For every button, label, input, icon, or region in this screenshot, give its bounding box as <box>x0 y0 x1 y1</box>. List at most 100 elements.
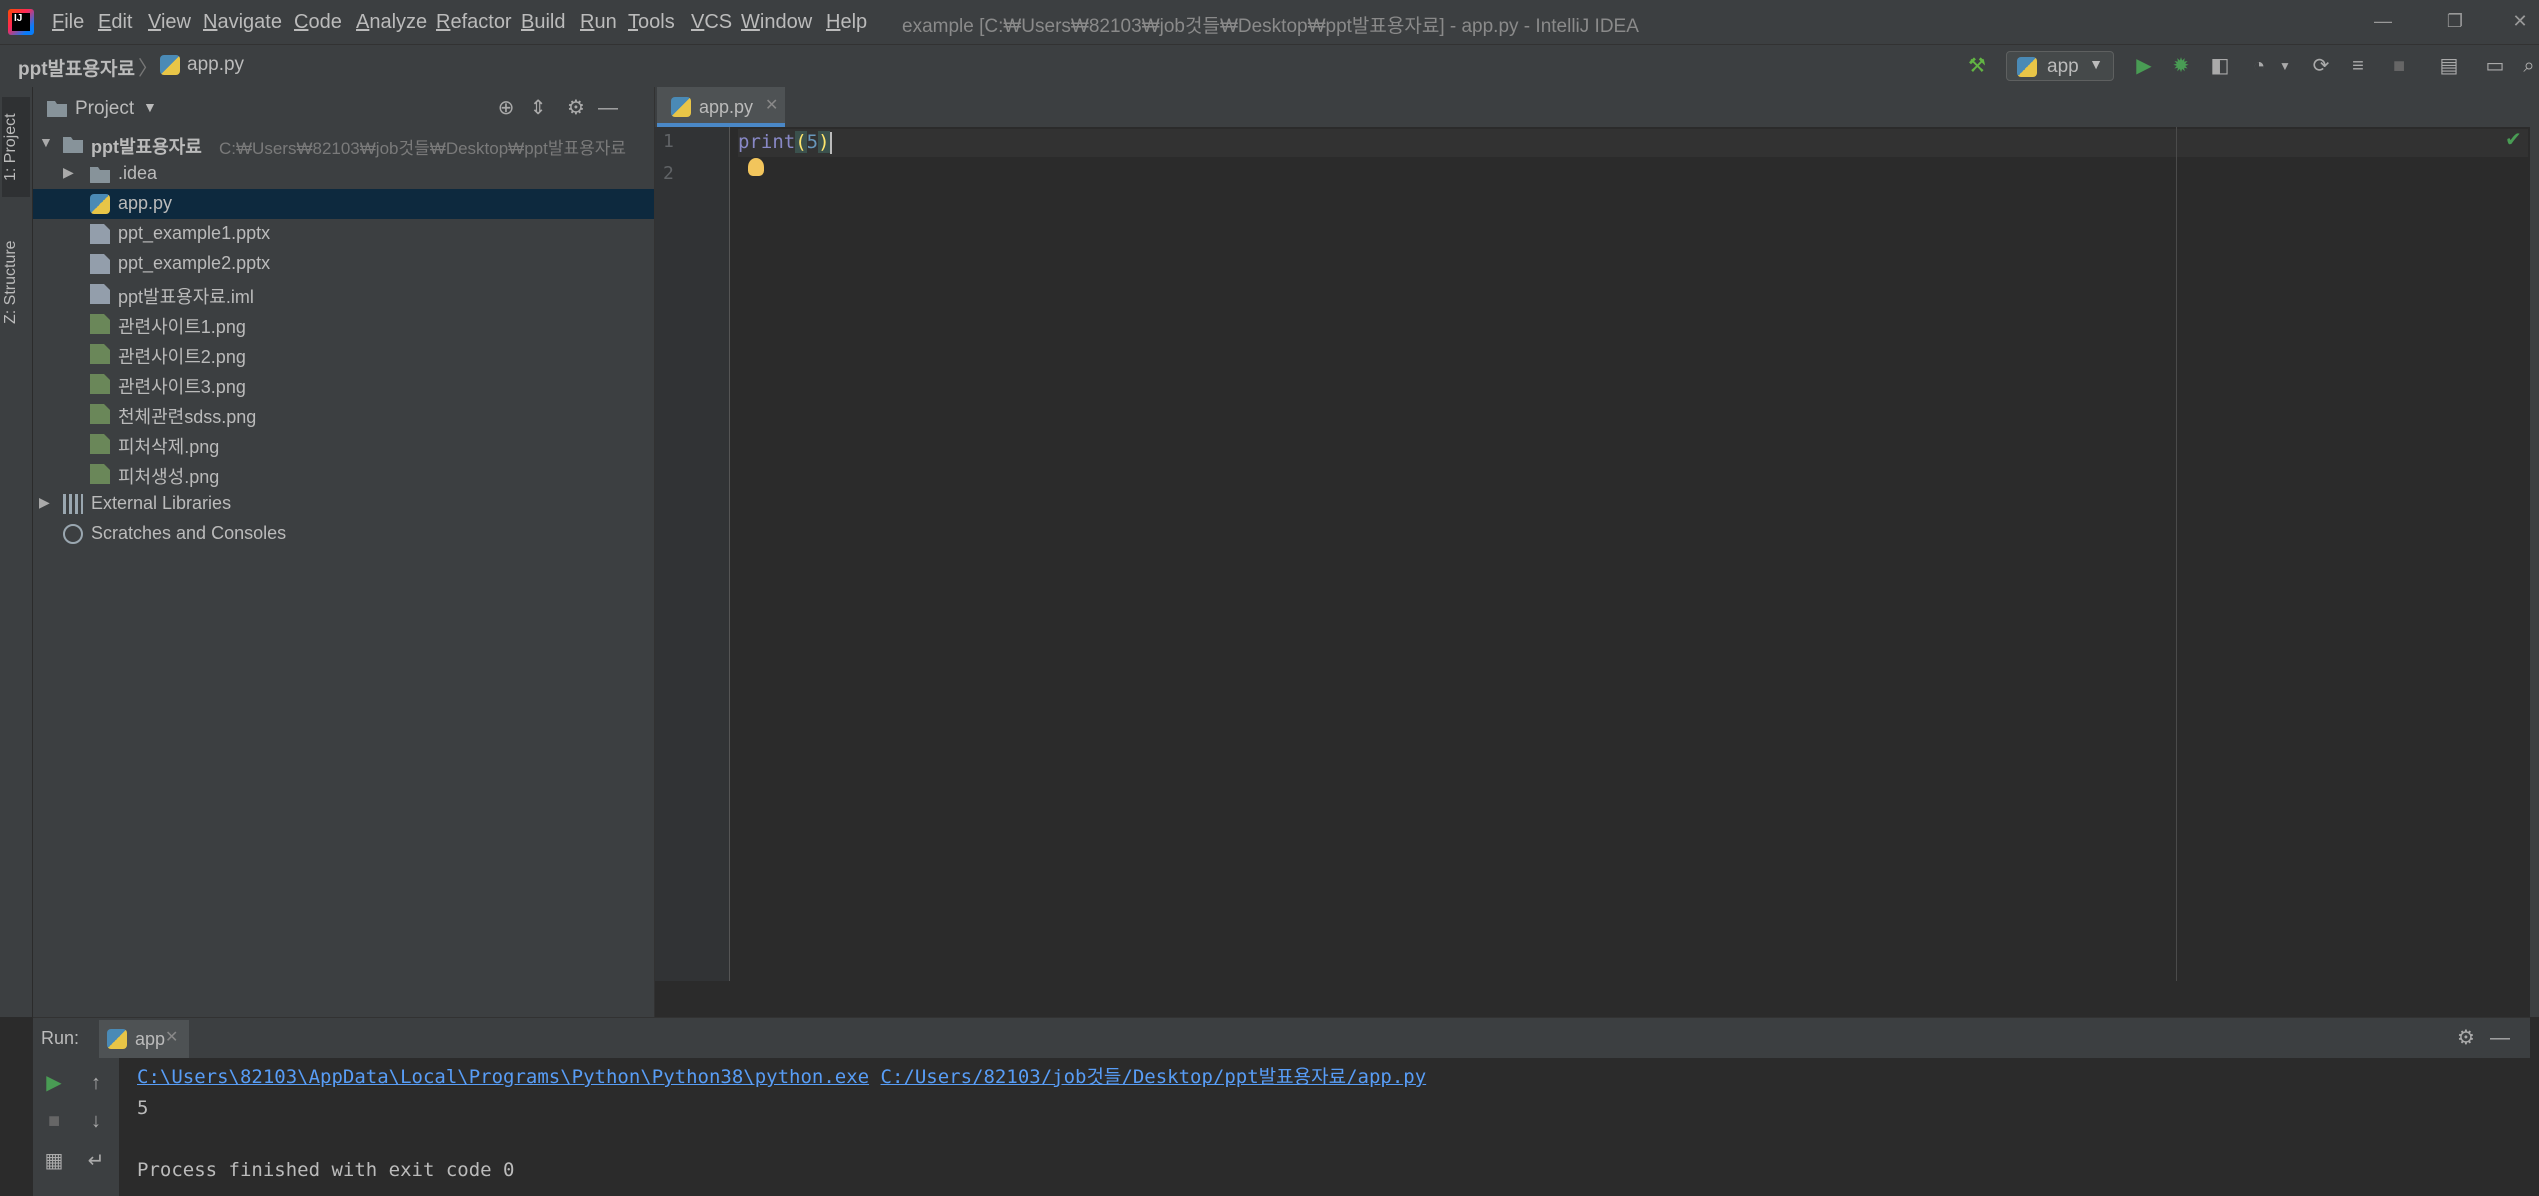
tree-item-app-py[interactable]: app.py <box>33 189 654 219</box>
project-tool-tab[interactable]: 1: Project <box>2 97 30 197</box>
stop-icon[interactable]: ■ <box>41 1108 67 1134</box>
project-view-icon <box>47 101 67 117</box>
run-icon[interactable]: ▶ <box>2131 53 2157 79</box>
tree-item-idea[interactable]: ▶ .idea <box>33 159 654 189</box>
menu-bar: IJ File Edit View Navigate Code Analyze … <box>0 0 2539 44</box>
python-file-icon <box>160 55 180 75</box>
tree-item-png[interactable]: 피처생성.png <box>33 459 654 489</box>
run-tasks-icon[interactable]: ≡ <box>2345 53 2371 79</box>
collapse-all-icon[interactable]: ⇕ <box>525 95 551 121</box>
tree-item-ppt-example2[interactable]: ppt_example2.pptx <box>33 249 654 279</box>
rerun-icon[interactable]: ▶ <box>41 1070 67 1096</box>
profile-icon[interactable]: ◔ <box>2246 53 2272 79</box>
tree-item-png[interactable]: 천체관련sdss.png <box>33 399 654 429</box>
menu-view[interactable]: View <box>148 11 191 34</box>
attach-debugger-icon[interactable]: ⟳ <box>2308 53 2334 79</box>
code-token-paren: ) <box>818 131 830 153</box>
tree-item-png[interactable]: 관련사이트1.png <box>33 309 654 339</box>
scroll-down-icon[interactable]: ↓ <box>83 1108 109 1134</box>
code-line-1[interactable]: print(5) <box>738 131 832 154</box>
hide-panel-icon[interactable]: — <box>2487 1025 2513 1051</box>
build-hammer-icon[interactable]: ⚒ <box>1964 53 1990 79</box>
search-icon[interactable]: ⌕ <box>2516 53 2539 79</box>
run-with-coverage-icon[interactable]: ◧ <box>2207 53 2233 79</box>
stop-icon[interactable]: ■ <box>2386 53 2412 79</box>
folder-icon <box>90 167 110 183</box>
chevron-down-icon[interactable]: ▼ <box>39 134 53 150</box>
console-output-line: 5 <box>137 1097 149 1119</box>
menu-analyze[interactable]: Analyze <box>356 11 427 34</box>
tree-item-ppt-example1[interactable]: ppt_example1.pptx <box>33 219 654 249</box>
locate-file-icon[interactable]: ⊕ <box>493 95 519 121</box>
hide-panel-icon[interactable]: — <box>595 95 621 121</box>
tree-item-scratches[interactable]: Scratches and Consoles <box>33 519 654 549</box>
structure-tool-tab-label: Z: Structure <box>2 240 19 324</box>
structure-tool-tab[interactable]: Z: Structure <box>2 227 30 337</box>
code-token-number: 5 <box>806 131 819 153</box>
tree-root-row[interactable]: ▼ ppt발표용자료 C:₩Users₩82103₩job것들₩Desktop₩… <box>33 129 654 159</box>
gear-icon[interactable]: ⚙ <box>2453 1025 2479 1051</box>
layout-icon[interactable]: ▦ <box>41 1148 67 1174</box>
debug-icon[interactable]: ✹ <box>2168 53 2194 79</box>
restore-icon[interactable]: ❐ <box>2440 8 2470 34</box>
breadcrumb-project[interactable]: ppt발표용자료 <box>18 54 135 81</box>
project-tool-tab-label: 1: Project <box>2 113 19 181</box>
terminal-icon[interactable]: ▭ <box>2482 53 2508 79</box>
current-line-highlight <box>738 129 2528 157</box>
close-icon[interactable]: ✕ <box>2505 8 2535 34</box>
close-tab-icon[interactable]: ✕ <box>765 95 778 115</box>
menu-code[interactable]: Code <box>294 11 342 34</box>
minimize-icon[interactable]: — <box>2368 8 2398 34</box>
scroll-up-icon[interactable]: ↑ <box>83 1070 109 1096</box>
menu-file[interactable]: File <box>52 11 84 34</box>
menu-vcs[interactable]: VCS <box>691 11 732 34</box>
chevron-down-icon[interactable]: ▼ <box>143 99 157 115</box>
tree-item-png[interactable]: 피처삭제.png <box>33 429 654 459</box>
close-tab-icon[interactable]: ✕ <box>165 1027 178 1047</box>
unknown-file-icon <box>90 224 110 244</box>
editor-tab-label: app.py <box>699 97 754 117</box>
menu-tools[interactable]: Tools <box>628 11 675 34</box>
run-tab-label: app <box>135 1029 166 1049</box>
tree-item-label: 천체관련sdss.png <box>118 407 257 427</box>
menu-build[interactable]: Build <box>521 11 565 34</box>
text-caret <box>829 131 832 154</box>
gear-icon[interactable]: ⚙ <box>563 95 589 121</box>
console-link-script[interactable]: C:/Users/82103/job것들/Desktop/ppt발표용자료/ap… <box>881 1066 1427 1088</box>
soft-wrap-icon[interactable]: ↵ <box>83 1148 109 1174</box>
line-number: 2 <box>663 163 674 184</box>
project-structure-icon[interactable]: ▤ <box>2436 53 2462 79</box>
lightbulb-icon[interactable] <box>748 158 764 176</box>
window-title: example [C:₩Users₩82103₩job것들₩Desktop₩pp… <box>902 16 1639 37</box>
menu-help[interactable]: Help <box>826 11 867 34</box>
tree-item-png[interactable]: 관련사이트3.png <box>33 369 654 399</box>
python-file-icon <box>90 194 110 214</box>
chevron-right-icon[interactable]: ▶ <box>63 164 74 181</box>
run-configuration-selector[interactable]: app ▼ <box>2006 51 2114 81</box>
menu-edit[interactable]: Edit <box>98 11 132 34</box>
console-link-interpreter[interactable]: C:\Users\82103\AppData\Local\Programs\Py… <box>137 1066 869 1088</box>
tree-item-iml[interactable]: ppt발표용자료.iml <box>33 279 654 309</box>
code-token-function: print <box>738 131 796 153</box>
run-tab-app[interactable]: app ✕ <box>99 1020 189 1058</box>
project-view-selector[interactable]: Project <box>75 98 134 120</box>
menu-window[interactable]: Window <box>741 11 812 34</box>
tree-item-label: ppt_example1.pptx <box>118 223 271 243</box>
console-output[interactable]: C:\Users\82103\AppData\Local\Programs\Py… <box>137 1062 1426 1186</box>
image-file-icon <box>90 344 110 364</box>
tree-item-label: .idea <box>118 163 158 183</box>
breadcrumb-file[interactable]: app.py <box>187 54 244 76</box>
menu-navigate[interactable]: Navigate <box>203 11 282 34</box>
tree-item-external-libraries[interactable]: ▶ External Libraries <box>33 489 654 519</box>
chevron-down-icon[interactable]: ▼ <box>2272 53 2298 79</box>
menu-run[interactable]: Run <box>580 11 617 34</box>
tree-item-png[interactable]: 관련사이트2.png <box>33 339 654 369</box>
python-file-icon <box>107 1029 127 1049</box>
breadcrumb-separator-icon: 〉 <box>138 58 158 80</box>
editor-tab-app-py[interactable]: app.py ✕ <box>657 87 785 127</box>
chevron-right-icon[interactable]: ▶ <box>39 494 50 511</box>
menu-refactor[interactable]: Refactor <box>436 11 512 34</box>
code-editor[interactable]: 1 2 print(5) ✔ <box>655 127 2530 981</box>
checkmark-icon[interactable]: ✔ <box>2505 127 2522 152</box>
project-panel: Project ▼ ⊕ ⇕ ⚙ — ▼ ppt발표용자료 C:₩Users₩82… <box>33 87 655 1017</box>
